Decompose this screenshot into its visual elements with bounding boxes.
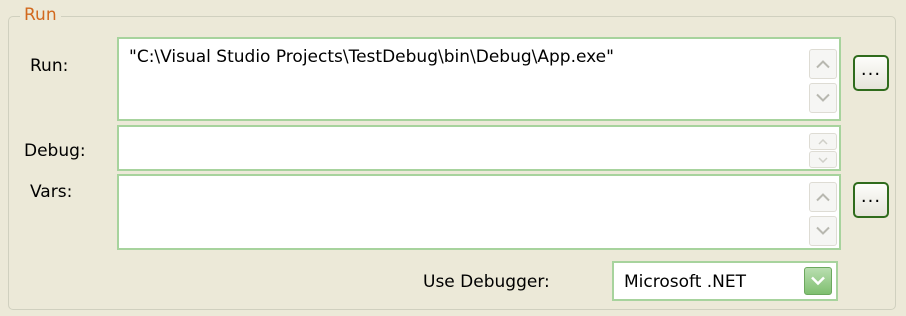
run-value: "C:\Visual Studio Projects\TestDebug\bin… [129,47,614,67]
scroll-down-button[interactable] [809,83,837,113]
group-title: Run [20,4,61,26]
debugger-select[interactable]: Microsoft .NET [612,261,838,301]
use-debugger-label: Use Debugger: [423,272,550,292]
scroll-down-button[interactable] [809,151,837,168]
chevron-up-icon [816,60,830,69]
vars-scrollbar[interactable] [809,178,837,246]
run-textarea[interactable]: "C:\Visual Studio Projects\TestDebug\bin… [117,37,841,121]
debug-scrollbar[interactable] [809,129,837,168]
run-label: Run: [30,56,69,76]
vars-textarea[interactable] [117,174,841,250]
debug-textarea[interactable] [117,125,841,171]
debugger-selected-value: Microsoft .NET [624,272,747,292]
scroll-up-button[interactable] [809,133,837,150]
chevron-down-icon [816,226,830,235]
chevron-down-icon [811,276,825,286]
chevron-up-icon [818,138,828,145]
debug-label: Debug: [24,141,86,161]
chevron-down-icon [816,93,830,102]
chevron-down-icon [818,156,828,163]
vars-label: Vars: [30,182,73,202]
dropdown-button[interactable] [804,267,832,295]
run-browse-button[interactable]: ... [853,55,889,91]
scroll-down-button[interactable] [809,216,837,246]
vars-browse-button[interactable]: ... [853,182,889,218]
scroll-up-button[interactable] [809,49,837,79]
scroll-up-button[interactable] [809,182,837,212]
chevron-up-icon [816,193,830,202]
run-scrollbar[interactable] [809,41,837,117]
